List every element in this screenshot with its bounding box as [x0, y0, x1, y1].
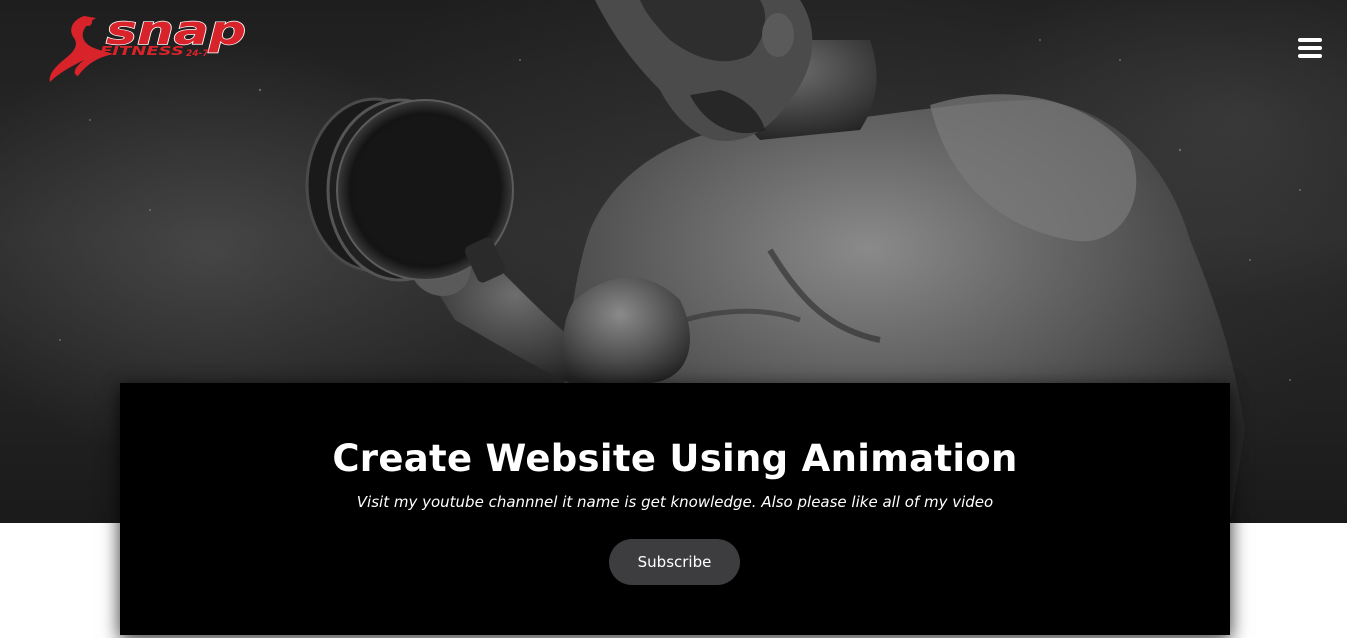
card-subtitle: Visit my youtube channnel it name is get… — [356, 493, 994, 511]
subscribe-button[interactable]: Subscribe — [609, 539, 740, 585]
logo-tagline-text: FITNESS — [100, 44, 184, 58]
menu-bar — [1298, 46, 1322, 50]
menu-bar — [1298, 38, 1322, 42]
content-card: Create Website Using Animation Visit my … — [120, 383, 1230, 635]
snap-fitness-logo[interactable]: snap FITNESS 24-7 — [44, 10, 254, 86]
card-title: Create Website Using Animation — [332, 437, 1018, 480]
menu-bar — [1298, 54, 1322, 58]
hamburger-menu-icon[interactable] — [1296, 36, 1324, 60]
logo-suffix-text: 24-7 — [186, 49, 209, 59]
